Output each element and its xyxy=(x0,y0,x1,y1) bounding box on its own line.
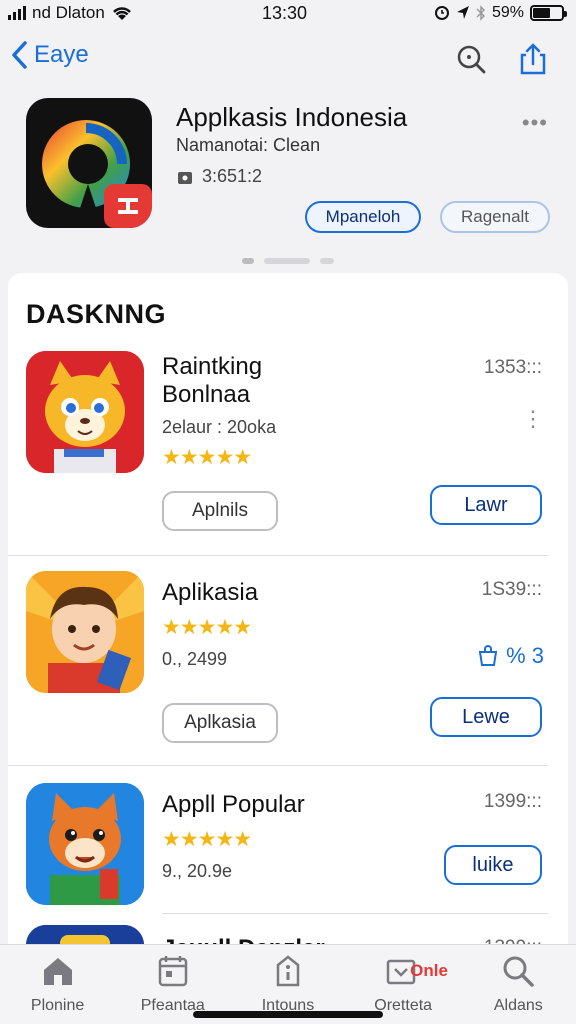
item-name: Aplikasia xyxy=(162,579,259,606)
battery-fill xyxy=(533,8,550,18)
divider xyxy=(8,555,548,556)
page-dot xyxy=(320,258,334,264)
list-item[interactable]: Appll Popular ★★★★★ 9., 20.9e 1399::: lu… xyxy=(8,779,568,929)
bluetooth-icon xyxy=(476,5,486,21)
section-title: DASKNNG xyxy=(26,299,167,329)
app-logo-icon xyxy=(42,120,152,228)
item-count: 1S39::: xyxy=(481,579,542,600)
clock: 13:30 xyxy=(262,2,308,23)
item-get-button[interactable]: Lawr xyxy=(430,485,542,525)
item-secondary-button[interactable]: Aplkasia xyxy=(162,703,278,743)
item-name-line1: Raintking xyxy=(162,353,263,380)
kebab-menu-icon[interactable]: ⋮ xyxy=(522,408,544,430)
tab-badge: Onle xyxy=(410,961,448,980)
carrier-label: nd Dlaton xyxy=(32,3,105,22)
item-extra-value: % 3 xyxy=(506,643,544,668)
location-icon xyxy=(456,6,469,19)
share-icon[interactable] xyxy=(516,42,550,76)
divider xyxy=(8,765,548,766)
app-title: Applkasis Indonesia xyxy=(176,102,408,132)
page-dot xyxy=(264,258,310,264)
item-count: 1353::: xyxy=(483,357,542,378)
app-meta-value: 3:651:2 xyxy=(202,166,263,186)
home-icon xyxy=(43,958,72,985)
item-get-button[interactable]: Lewe xyxy=(430,697,542,737)
back-button[interactable]: Eaye xyxy=(10,40,89,70)
page-dot-active xyxy=(242,258,254,264)
divider xyxy=(162,913,548,914)
app-thumbnail xyxy=(26,571,144,693)
star-rating: ★★★★★ xyxy=(162,446,252,469)
home-indicator[interactable] xyxy=(193,1011,383,1018)
wifi-icon xyxy=(112,7,131,20)
app-thumbnail xyxy=(26,783,144,905)
chevron-left-icon xyxy=(12,41,27,69)
item-meta: 9., 20.9e xyxy=(162,861,233,881)
app-subtitle: Namanotai: Clean xyxy=(176,135,321,155)
back-label: Eaye xyxy=(34,41,89,68)
alarm-icon xyxy=(434,6,449,20)
lock-icon xyxy=(178,171,192,184)
status-right: 59% xyxy=(434,4,567,22)
tab-label: Aldans xyxy=(493,997,543,1014)
item-name: Appll Popular xyxy=(162,791,305,818)
tab-home[interactable]: Plonine xyxy=(3,953,113,1024)
item-get-button[interactable]: luike xyxy=(444,845,542,885)
app-icon xyxy=(26,98,152,228)
item-secondary-button[interactable]: Aplnils xyxy=(162,491,278,531)
battery-icon xyxy=(530,5,567,21)
item-count: 1399::: xyxy=(483,791,542,812)
item-extra: % 3 xyxy=(476,643,544,669)
tab-label: Plonine xyxy=(30,997,85,1014)
star-rating: ★★★★★ xyxy=(162,828,252,851)
tab-search[interactable]: Aldans xyxy=(463,953,573,1024)
primary-action-button[interactable]: Mpaneloh xyxy=(305,201,421,233)
secondary-action-button[interactable]: Ragenalt xyxy=(440,201,550,233)
star-rating: ★★★★★ xyxy=(162,616,252,639)
item-name: Raintking Bonlnaa xyxy=(162,353,262,409)
battery-percent: 59% xyxy=(491,4,524,21)
boy-character-icon xyxy=(26,571,144,693)
search-icon[interactable] xyxy=(454,42,488,76)
app-meta: 3:651:2 xyxy=(176,166,262,187)
bag-icon xyxy=(478,645,498,666)
item-name-line2: Bonlnaa xyxy=(162,381,251,408)
app-thumbnail xyxy=(26,351,144,473)
signal-icon xyxy=(8,6,26,20)
list-item[interactable]: Aplikasia ★★★★★ 0., 2499 1S39::: % 3 Apl… xyxy=(8,569,568,779)
item-meta: 2elaur : 20oka xyxy=(162,417,277,437)
fox-character-icon xyxy=(26,783,144,905)
cat-character-icon xyxy=(26,351,144,473)
more-options-icon[interactable]: ••• xyxy=(522,110,548,136)
nav-bar: Eaye xyxy=(0,36,576,84)
item-meta: 0., 2499 xyxy=(162,649,228,669)
search-icon xyxy=(503,956,535,987)
tab-label: Oretteta xyxy=(374,997,433,1014)
status-left: nd Dlaton xyxy=(8,3,133,23)
info-icon xyxy=(276,955,300,987)
status-bar: nd Dlaton 13:30 59% xyxy=(0,0,576,26)
ranking-card: DASKNNG Raintking Bonlnaa 2elaur : 20oka xyxy=(8,273,568,963)
list-item[interactable]: Raintking Bonlnaa 2elaur : 20oka ★★★★★ 1… xyxy=(8,349,568,559)
page-indicator xyxy=(0,258,576,264)
calendar-icon xyxy=(158,956,188,987)
